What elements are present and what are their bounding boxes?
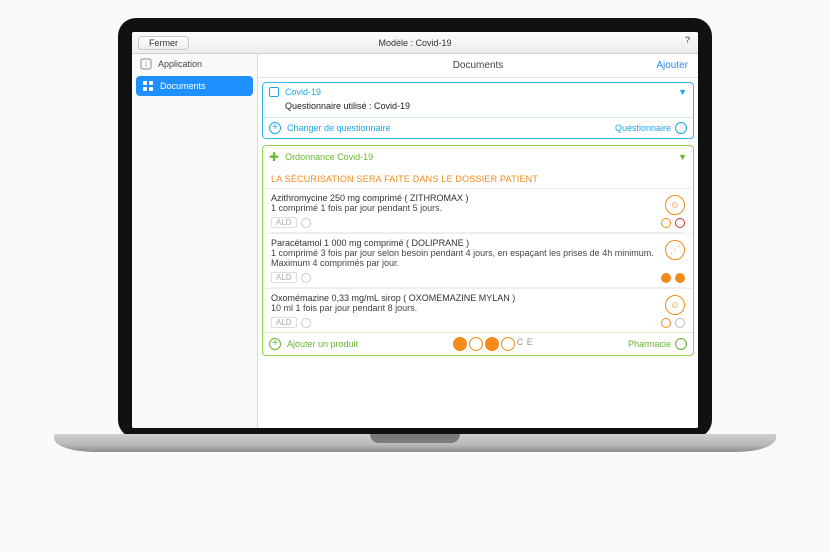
status-dot-warning-icon bbox=[675, 218, 685, 228]
status-dot-icon bbox=[675, 273, 685, 283]
prescription-header[interactable]: ✚ Ordonnance Covid-19 ▼ bbox=[263, 146, 693, 168]
change-questionnaire-label: Changer de questionnaire bbox=[287, 123, 391, 133]
medication-name: Oxomémazine 0,33 mg/mL sirop ( OXOMEMAZI… bbox=[271, 293, 685, 303]
sidebar-item-documents[interactable]: Documents bbox=[136, 76, 253, 96]
medication-item[interactable]: Paracétamol 1 000 mg comprimé ( DOLIPRAN… bbox=[263, 233, 693, 287]
legend-icon bbox=[485, 337, 499, 351]
info-icon: i bbox=[140, 58, 152, 70]
grid-icon bbox=[142, 80, 154, 92]
add-product-button[interactable]: + Ajouter un produit bbox=[269, 338, 358, 350]
medication-dosage: 10 ml 1 fois par jour pendant 8 jours. bbox=[271, 303, 685, 313]
main-title: Documents bbox=[453, 60, 504, 71]
window-topbar: Fermer Modèle : Covid-19 ? bbox=[132, 32, 698, 54]
app-window: Fermer Modèle : Covid-19 ? i Application bbox=[132, 32, 698, 428]
questionnaire-header[interactable]: Covid-19 ▼ bbox=[263, 83, 693, 101]
gear-icon bbox=[675, 338, 687, 350]
prescription-title: Ordonnance Covid-19 bbox=[285, 152, 373, 162]
sidebar: i Application Documents bbox=[132, 54, 258, 428]
prescription-warning: LA SÉCURISATION SERA FAITE DANS LE DOSSI… bbox=[263, 168, 693, 188]
prescription-legend-icons: C E bbox=[453, 337, 534, 351]
main-panel: Documents Ajouter Covid-19 ▼ Questionnai… bbox=[258, 54, 698, 428]
legend-icon bbox=[501, 337, 515, 351]
medication-status-icons: ⋰ bbox=[665, 240, 685, 260]
status-dot-icon bbox=[675, 318, 685, 328]
questionnaire-right-label: Questionnaire bbox=[615, 123, 671, 133]
doc-icon bbox=[269, 87, 279, 97]
medical-cross-icon: ✚ bbox=[269, 150, 279, 164]
pharmacie-label: Pharmacie bbox=[628, 339, 671, 349]
ald-toggle[interactable]: ALD bbox=[271, 272, 297, 283]
medication-status-icons: ☺ bbox=[665, 295, 685, 315]
ald-toggle[interactable]: ALD bbox=[271, 217, 297, 228]
window-title: Modèle : Covid-19 bbox=[132, 38, 698, 48]
medication-item[interactable]: Oxomémazine 0,33 mg/mL sirop ( OXOMEMAZI… bbox=[263, 288, 693, 332]
questionnaire-settings-button[interactable]: Questionnaire bbox=[615, 122, 687, 134]
questionnaire-card: Covid-19 ▼ Questionnaire utilisé : Covid… bbox=[262, 82, 694, 139]
legend-icon bbox=[453, 337, 467, 351]
status-dot-icon bbox=[661, 318, 671, 328]
medication-status-icons: ☺ bbox=[665, 195, 685, 215]
sidebar-item-application[interactable]: i Application bbox=[132, 54, 257, 74]
status-badge-icon: ☺ bbox=[665, 295, 685, 315]
prescription-action-bar: + Ajouter un produit C E bbox=[263, 332, 693, 355]
questionnaire-subtitle: Questionnaire utilisé : Covid-19 bbox=[263, 101, 693, 117]
medication-name: Paracétamol 1 000 mg comprimé ( DOLIPRAN… bbox=[271, 238, 685, 248]
questionnaire-action-bar: + Changer de questionnaire Questionnaire bbox=[263, 117, 693, 138]
add-button[interactable]: Ajouter bbox=[656, 60, 688, 71]
plus-icon: + bbox=[269, 338, 281, 350]
chevron-down-icon[interactable]: ▼ bbox=[678, 87, 687, 97]
medication-item[interactable]: Azithromycine 250 mg comprimé ( ZITHROMA… bbox=[263, 188, 693, 232]
gear-icon bbox=[675, 122, 687, 134]
ald-indicator-icon bbox=[301, 273, 311, 283]
svg-text:i: i bbox=[145, 60, 147, 69]
status-badge-icon: ☺ bbox=[665, 195, 685, 215]
add-product-label: Ajouter un produit bbox=[287, 339, 358, 349]
legend-icon bbox=[469, 337, 483, 351]
prescription-card: ✚ Ordonnance Covid-19 ▼ LA SÉCURISATION … bbox=[262, 145, 694, 356]
questionnaire-title: Covid-19 bbox=[285, 87, 321, 97]
medication-dosage: 1 comprimé 3 fois par jour selon besoin … bbox=[271, 248, 685, 268]
ald-indicator-icon bbox=[301, 218, 311, 228]
documents-scroll[interactable]: Covid-19 ▼ Questionnaire utilisé : Covid… bbox=[258, 78, 698, 428]
medication-dosage: 1 comprimé 1 fois par jour pendant 5 jou… bbox=[271, 203, 685, 213]
ald-toggle[interactable]: ALD bbox=[271, 317, 297, 328]
chevron-down-icon[interactable]: ▼ bbox=[678, 152, 687, 162]
laptop-notch bbox=[370, 434, 460, 443]
sidebar-item-label: Application bbox=[158, 59, 202, 69]
sidebar-item-label: Documents bbox=[160, 81, 206, 91]
close-button[interactable]: Fermer bbox=[138, 36, 189, 50]
status-dot-icon bbox=[661, 273, 671, 283]
app-body: i Application Documents Documents Ajoute… bbox=[132, 54, 698, 428]
status-badge-icon: ⋰ bbox=[665, 240, 685, 260]
ce-mark: C E bbox=[517, 337, 534, 351]
plus-icon: + bbox=[269, 122, 281, 134]
laptop-frame: Fermer Modèle : Covid-19 ? i Application bbox=[118, 18, 712, 438]
ald-indicator-icon bbox=[301, 318, 311, 328]
pharmacie-settings-button[interactable]: Pharmacie bbox=[628, 338, 687, 350]
status-dot-icon bbox=[661, 218, 671, 228]
help-button[interactable]: ? bbox=[685, 35, 690, 45]
medication-name: Azithromycine 250 mg comprimé ( ZITHROMA… bbox=[271, 193, 685, 203]
change-questionnaire-button[interactable]: + Changer de questionnaire bbox=[269, 122, 391, 134]
main-header: Documents Ajouter bbox=[258, 54, 698, 78]
